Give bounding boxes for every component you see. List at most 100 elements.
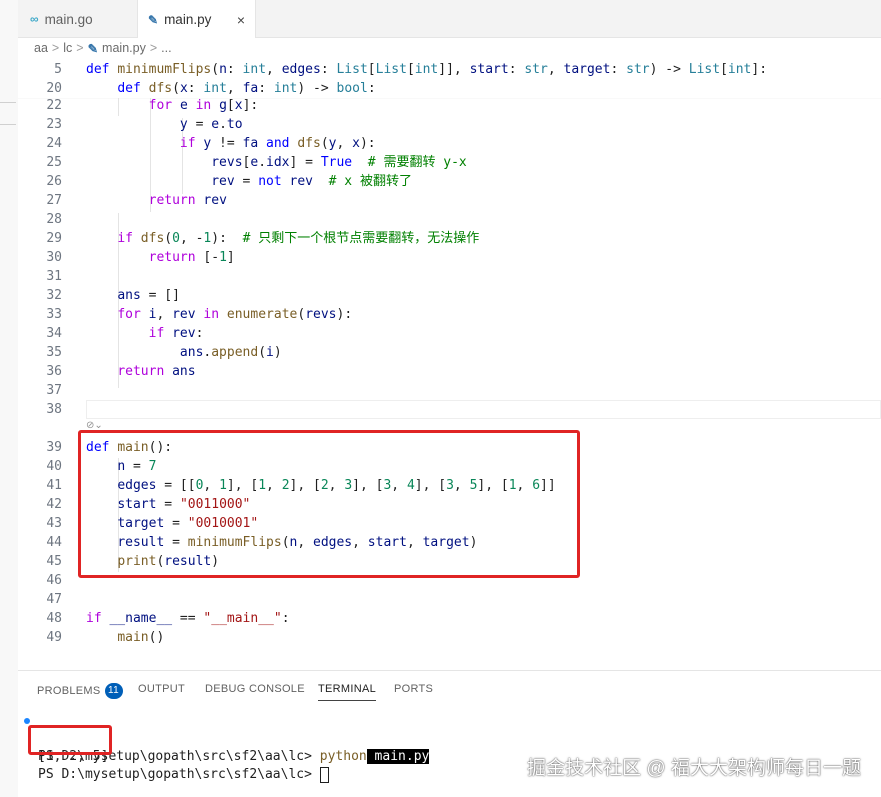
activity-strip xyxy=(0,0,18,797)
code-token: revs xyxy=(305,307,337,322)
tab-problems[interactable]: PROBLEMS 11 xyxy=(37,683,123,699)
code-line[interactable]: 25 revs[e.idx] = True # 需要翻转 y-x xyxy=(18,153,881,172)
line-number: 29 xyxy=(46,231,62,246)
code-line[interactable]: 26 rev = not rev # x 被翻转了 xyxy=(18,172,881,191)
sticky-scroll-line[interactable]: 20 def dfs(x: int, fa: int) -> bool: xyxy=(18,79,881,98)
code-token: int xyxy=(273,81,298,96)
code-line[interactable]: 37 xyxy=(18,381,881,400)
terminal-output-line[interactable]: [1, 2, 5] xyxy=(18,730,881,764)
code-line[interactable]: 29 if dfs(0, -1): # 只剩下一个根节点需要翻转，无法操作 xyxy=(18,229,881,248)
code-token: , xyxy=(156,307,173,322)
panel-tabs: PROBLEMS 11 OUTPUT DEBUG CONSOLE TERMINAL… xyxy=(18,671,881,707)
code-token: [ xyxy=(226,98,235,113)
code-token: __name__ xyxy=(109,611,173,626)
code-line[interactable]: 47 xyxy=(18,590,881,609)
code-token: int xyxy=(203,81,227,96)
code-token: : xyxy=(610,62,627,77)
code-line[interactable]: 49 main() xyxy=(18,628,881,647)
code-token: if xyxy=(179,136,204,151)
code-line[interactable]: 28 xyxy=(18,210,881,229)
code-token: : xyxy=(367,81,376,96)
line-number: 31 xyxy=(46,269,62,284)
tab-main-py[interactable]: ✎ main.py × xyxy=(138,0,256,39)
code-token: : xyxy=(226,62,243,77)
terminal-line[interactable]: PS D:\mysetup\gopath\src\sf2\aa\lc> pyth… xyxy=(18,712,881,764)
code-token: : xyxy=(187,81,204,96)
code-text: for i, rev in enumerate(revs): xyxy=(86,305,352,324)
line-number: 43 xyxy=(46,516,62,531)
code-token: int xyxy=(727,62,752,77)
command-status-icon xyxy=(24,718,30,724)
line-number: 34 xyxy=(46,326,62,341)
code-line[interactable]: 23 y = e.to xyxy=(18,115,881,134)
breadcrumb-item[interactable]: lc xyxy=(63,41,72,55)
code-token: in xyxy=(195,307,227,322)
code-text: ans = [] xyxy=(86,286,180,305)
code-line[interactable]: 38 xyxy=(18,400,881,419)
breadcrumb-item[interactable]: main.py xyxy=(102,41,146,55)
code-token: rev xyxy=(211,174,235,189)
code-token: return xyxy=(148,193,204,208)
code-text: if y != fa and dfs(y, x): xyxy=(86,134,376,153)
tab-label: main.py xyxy=(164,12,212,27)
python-file-icon: ✎ xyxy=(148,12,159,27)
code-line[interactable]: 48 if __name__ == "__main__": xyxy=(18,609,881,628)
code-line[interactable]: 31 xyxy=(18,267,881,286)
code-line[interactable]: 35 ans.append(i) xyxy=(18,343,881,362)
tab-debug-console[interactable]: DEBUG CONSOLE xyxy=(205,683,305,695)
code-line[interactable]: 30 return [-1] xyxy=(18,248,881,267)
code-token: ) -> xyxy=(649,62,689,77)
code-line[interactable]: 32 ans = [] xyxy=(18,286,881,305)
line-number: 44 xyxy=(46,535,62,550)
line-number: 24 xyxy=(46,136,62,151)
code-token: in xyxy=(187,98,220,113)
code-token: # 需要翻转 y-x xyxy=(367,155,467,170)
code-line[interactable]: 36 return ans xyxy=(18,362,881,381)
code-token: if xyxy=(86,611,110,626)
code-token: ( xyxy=(258,345,267,360)
code-token: [ xyxy=(406,62,415,77)
breadcrumb-item[interactable]: aa xyxy=(34,41,48,55)
code-token: ( xyxy=(164,231,173,246)
code-token: ans xyxy=(179,345,204,360)
code-token: rev xyxy=(289,174,313,189)
tab-terminal[interactable]: TERMINAL xyxy=(318,683,377,701)
go-file-icon: ∞ xyxy=(30,12,39,26)
line-number: 20 xyxy=(46,81,62,96)
code-token: [ xyxy=(720,62,728,77)
code-token: edges xyxy=(281,62,321,77)
sticky-scroll-line[interactable]: 5 def minimumFlips(n: int, edges: List[Li… xyxy=(18,60,881,79)
editor-tab-bar: ∞ main.go ✎ main.py × xyxy=(18,0,881,39)
code-line[interactable]: 27 return rev xyxy=(18,191,881,210)
code-line[interactable]: 33 for i, rev in enumerate(revs): xyxy=(18,305,881,324)
code-editor[interactable]: ⊘⌄ 5 def minimumFlips(n: int, edges: List… xyxy=(18,58,881,670)
code-text: return [-1] xyxy=(86,248,235,267)
code-token: ] xyxy=(226,250,235,265)
code-token: , xyxy=(226,81,243,96)
line-number: 46 xyxy=(46,573,62,588)
code-token: main xyxy=(117,630,149,645)
code-token: List xyxy=(375,62,407,77)
code-token: ]: xyxy=(751,62,768,77)
line-number: 38 xyxy=(46,402,62,417)
code-token: ): xyxy=(211,231,243,246)
code-token: dfs xyxy=(148,81,173,96)
tab-label: OUTPUT xyxy=(138,683,186,695)
code-token: , xyxy=(547,62,564,77)
code-line[interactable]: 24 if y != fa and dfs(y, x): xyxy=(18,134,881,153)
close-icon[interactable]: × xyxy=(237,12,245,28)
tab-ports[interactable]: PORTS xyxy=(394,683,433,695)
breadcrumb-item[interactable]: ... xyxy=(161,41,171,55)
code-token: fa xyxy=(242,81,259,96)
code-token: : xyxy=(281,611,290,626)
code-token: ] = xyxy=(289,155,321,170)
code-token: not xyxy=(258,174,290,189)
code-text: def dfs(x: int, fa: int) -> bool: xyxy=(86,79,376,98)
code-line[interactable]: 34 if rev: xyxy=(18,324,881,343)
tab-main-go[interactable]: ∞ main.go xyxy=(18,0,138,38)
tab-output[interactable]: OUTPUT xyxy=(138,683,185,695)
line-number: 41 xyxy=(46,478,62,493)
